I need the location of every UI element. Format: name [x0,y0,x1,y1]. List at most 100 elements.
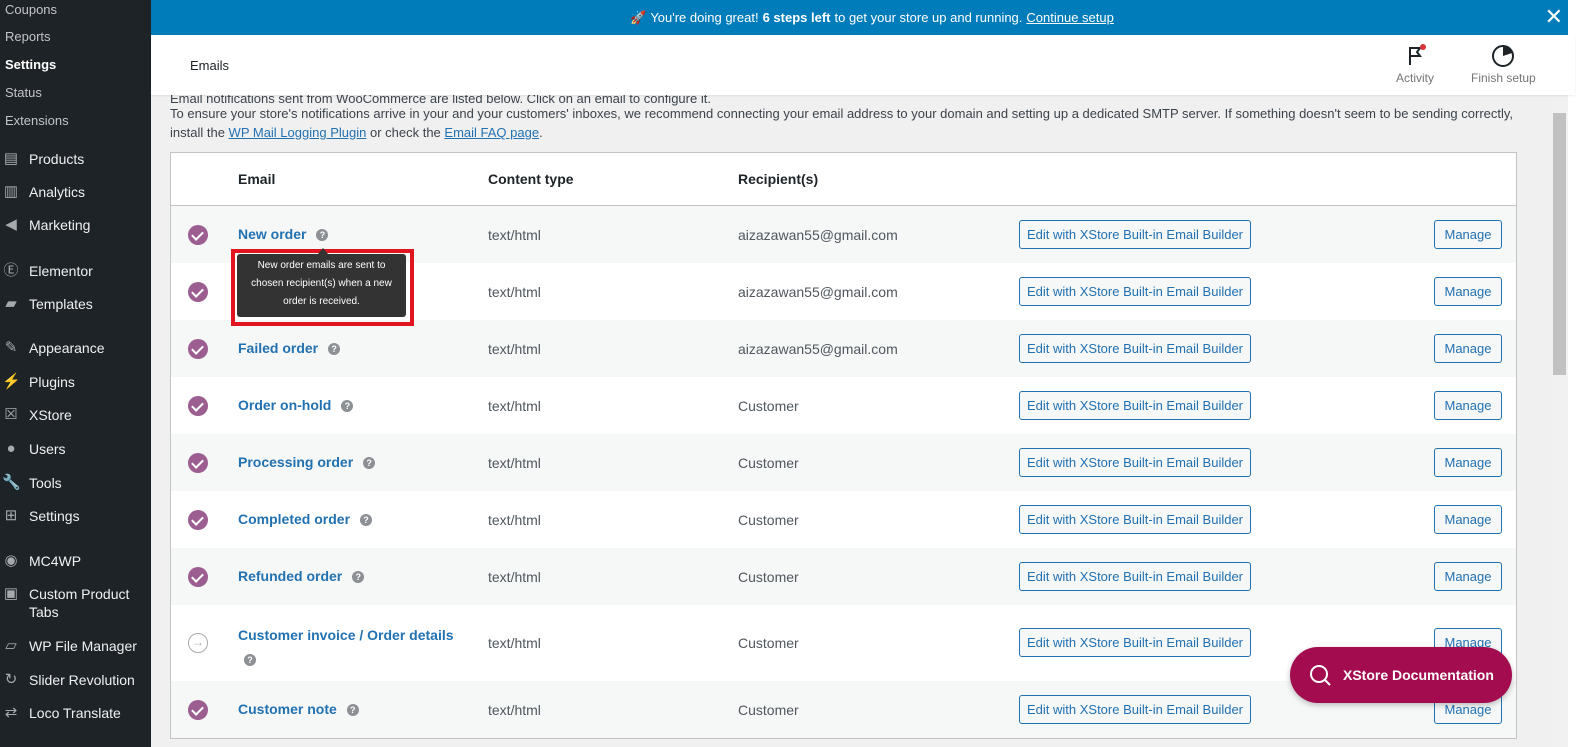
finish-setup-button[interactable]: Finish setup [1471,43,1536,85]
edit-email-builder-button[interactable]: Edit with XStore Built-in Email Builder [1019,505,1251,534]
manage-button[interactable]: Manage [1434,391,1502,420]
enabled-check-icon [188,282,208,302]
window-edge [1568,0,1593,747]
content-type-cell: text/html [488,284,541,300]
admin-sidebar: Coupons Reports Settings Status Extensio… [0,0,151,747]
email-name-link[interactable]: Customer invoice / Order details? [238,623,478,671]
manage-button[interactable]: Manage [1434,334,1502,363]
file-manager-icon: ▱ [5,637,17,654]
header-recipients: Recipient(s) [738,171,819,187]
content-type-cell: text/html [488,702,541,718]
megaphone-icon: ◀ [5,216,17,233]
flag-icon [1409,44,1426,65]
table-row: Order on-hold? text/html Customer Edit with… [171,377,1516,434]
submenu-coupons[interactable]: Coupons [5,2,57,17]
submenu-reports[interactable]: Reports [5,29,51,44]
edit-email-builder-button[interactable]: Edit with XStore Built-in Email Builder [1019,562,1251,591]
translate-icon: ⇄ [4,704,18,721]
content-type-cell: text/html [488,398,541,414]
notice-text-after: to get your store up and running. [834,10,1023,25]
wp-mail-logging-link[interactable]: WP Mail Logging Plugin [229,125,367,140]
help-icon[interactable]: ? [363,457,376,470]
edit-email-builder-button[interactable]: Edit with XStore Built-in Email Builder [1019,628,1251,657]
xstore-documentation-button[interactable]: XStore Documentation [1290,647,1512,703]
help-icon[interactable]: ? [341,400,354,413]
email-name-link[interactable]: Processing order? [238,454,376,470]
notice-steps-left: 6 steps left [762,10,831,25]
help-icon[interactable]: ? [316,229,329,242]
help-icon[interactable]: ? [360,514,373,527]
email-name-link[interactable]: Customer note? [238,701,359,717]
tabs-icon: ▣ [3,585,19,602]
recipient-cell: aizazawan55@gmail.com [738,284,898,300]
email-name-link[interactable]: Order on-hold? [238,397,354,413]
submenu-extensions[interactable]: Extensions [5,113,69,128]
help-icon[interactable]: ? [346,704,359,717]
table-row: Refunded order? text/html Customer Edit wit… [171,548,1516,605]
manage-button[interactable]: Manage [1434,277,1502,306]
table-row: Processing order? text/html Customer Edit w… [171,434,1516,491]
activity-label: Activity [1396,71,1435,85]
enabled-check-icon [188,396,208,416]
mc4wp-icon: ◉ [4,552,18,569]
email-name-link[interactable]: Refunded order? [238,568,365,584]
paintbrush-icon: ✎ [4,339,18,356]
help-tooltip: New order emails are sent to chosen reci… [237,254,406,317]
edit-email-builder-button[interactable]: Edit with XStore Built-in Email Builder [1019,220,1251,249]
recipient-cell: Customer [738,635,799,651]
content-type-cell: text/html [488,569,541,585]
manage-button[interactable]: Manage [1434,505,1502,534]
recipient-cell: Customer [738,398,799,414]
edit-email-builder-button[interactable]: Edit with XStore Built-in Email Builder [1019,391,1251,420]
enabled-check-icon [188,453,208,473]
enabled-check-icon [188,567,208,587]
close-icon[interactable]: ✕ [1545,6,1563,28]
help-icon[interactable]: ? [352,571,365,584]
recipient-cell: aizazawan55@gmail.com [738,227,898,243]
folder-icon: ▰ [5,295,17,312]
enabled-check-icon [188,225,208,245]
enabled-check-icon [188,510,208,530]
edit-email-builder-button[interactable]: Edit with XStore Built-in Email Builder [1019,695,1251,724]
content-type-cell: text/html [488,512,541,528]
help-icon[interactable]: ? [328,343,341,356]
wrench-icon: 🔧 [2,474,21,491]
content-type-cell: text/html [488,341,541,357]
setup-notice-bar: 🚀 You're doing great! 6 steps left to ge… [151,0,1593,35]
manage-button[interactable]: Manage [1434,448,1502,477]
progress-circle-icon [1492,45,1515,67]
help-icon[interactable]: ? [244,654,256,667]
intro-text: Email notifications sent from WooCommerc… [170,91,1514,140]
scrollbar-thumb[interactable] [1553,113,1566,375]
edit-email-builder-button[interactable]: Edit with XStore Built-in Email Builder [1019,448,1251,477]
page-header: Emails Activity Finish setup [151,35,1575,95]
email-faq-link[interactable]: Email FAQ page [444,125,539,140]
continue-setup-link[interactable]: Continue setup [1026,10,1113,25]
edit-email-builder-button[interactable]: Edit with XStore Built-in Email Builder [1019,334,1251,363]
table-header: Email Content type Recipient(s) [171,153,1516,206]
manual-arrow-icon: → [188,633,208,653]
submenu-status[interactable]: Status [5,85,42,100]
content-type-cell: text/html [488,635,541,651]
refresh-icon: ↻ [4,671,18,688]
finish-setup-label: Finish setup [1471,71,1536,85]
manage-button[interactable]: Manage [1434,220,1502,249]
submenu-settings[interactable]: Settings [5,57,56,72]
edit-email-builder-button[interactable]: Edit with XStore Built-in Email Builder [1019,277,1251,306]
elementor-icon: Ⓔ [3,262,19,279]
content-type-cell: text/html [488,455,541,471]
archive-icon: ▤ [3,150,19,167]
recipient-cell: aizazawan55@gmail.com [738,341,898,357]
manage-button[interactable]: Manage [1434,562,1502,591]
activity-button[interactable]: Activity [1396,43,1434,85]
email-name-link[interactable]: Completed order? [238,511,373,527]
enabled-check-icon [188,339,208,359]
email-name-link[interactable]: Failed order? [238,340,341,356]
rocket-icon: 🚀 [630,9,647,25]
email-name-link[interactable]: New order? [238,226,329,242]
settings-icon: ⊞ [4,507,18,524]
table-row: Completed order? text/html Customer Edit wi… [171,491,1516,548]
content-type-cell: text/html [488,227,541,243]
table-row: Failed order? text/html aizazawan55@gmail.… [171,320,1516,377]
recipient-cell: Customer [738,455,799,471]
